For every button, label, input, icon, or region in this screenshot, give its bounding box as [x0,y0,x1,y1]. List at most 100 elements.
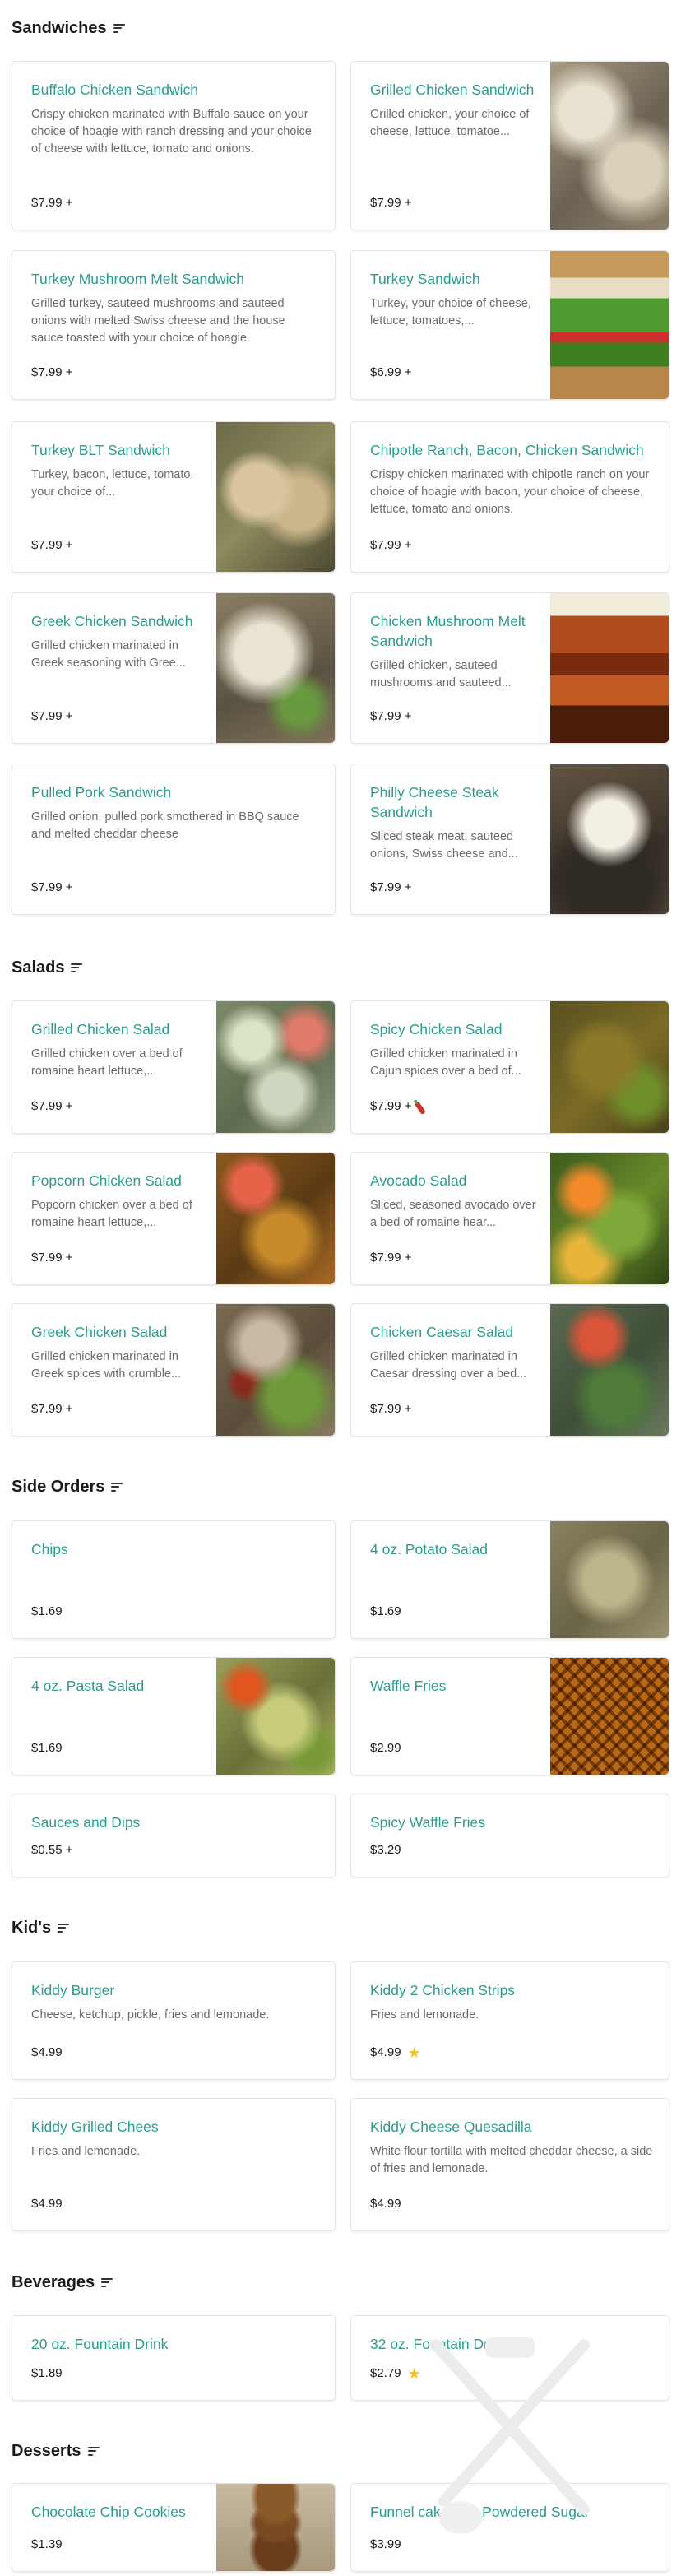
spicy-pepper-icon [415,1101,427,1116]
item-name: Waffle Fries [370,1678,447,1694]
menu-item-card[interactable]: Grilled Chicken Salad Grilled chicken ov… [12,1000,336,1134]
item-price: $3.99 [370,2537,401,2553]
item-photo [550,764,669,914]
item-name: Turkey BLT Sandwich [31,442,170,458]
price-text: $7.99 + [31,1251,73,1265]
item-price: $4.99 [370,2196,401,2212]
item-price: $1.69 [370,1604,401,1620]
menu-item-card[interactable]: Philly Cheese Steak Sandwich Sliced stea… [350,764,669,915]
menu-item-card[interactable]: 20 oz. Fountain Drink $1.89 [12,2315,336,2401]
menu-item-card[interactable]: Kiddy 2 Chicken Strips Fries and lemonad… [350,1961,669,2080]
item-name: Pulled Pork Sandwich [31,784,172,801]
menu-item-card[interactable]: Spicy Waffle Fries $3.29 [350,1794,669,1877]
price-text: $1.69 [370,1604,401,1618]
menu-item-card[interactable]: Grilled Chicken Sandwich Grilled chicken… [350,61,669,230]
item-name: 20 oz. Fountain Drink [31,2336,169,2352]
item-name: Chicken Mushroom Melt Sandwich [370,613,526,649]
item-description: Grilled chicken marinated in Caesar dres… [370,1350,527,1381]
item-photo [550,62,669,230]
section-title-text: Side Orders [12,1477,105,1496]
filter-icon[interactable] [71,963,83,972]
price-text: $7.99 + [31,365,73,379]
item-photo [550,1658,669,1775]
section-title-side-orders: Side Orders [12,1477,123,1497]
price-text: $7.99 + [370,1251,412,1265]
menu-item-card[interactable]: 4 oz. Pasta Salad $1.69 [12,1657,336,1775]
menu-item-card[interactable]: Buffalo Chicken Sandwich Crispy chicken … [12,61,336,230]
item-price: $7.99 + [370,708,411,725]
item-description: Crispy chicken marinated with Buffalo sa… [31,108,312,155]
menu-item-card[interactable]: 4 oz. Potato Salad $1.69 [350,1520,669,1639]
item-price: $2.99 [370,1740,401,1757]
item-price: $7.99 + [370,1401,411,1418]
menu-item-card[interactable]: Chocolate Chip Cookies $1.39 [12,2483,336,2572]
item-price: $3.29 [370,1842,401,1859]
item-price: $4.99 [31,2045,63,2061]
menu-item-card[interactable]: Kiddy Burger Cheese, ketchup, pickle, fr… [12,1961,336,2080]
menu-item-card[interactable]: Turkey Mushroom Melt Sandwich Grilled tu… [12,250,336,400]
item-photo [550,251,669,399]
price-text: $6.99 + [370,365,412,379]
item-price: $2.79 ★ [370,2365,421,2382]
item-price: $1.39 [31,2537,63,2553]
menu-item-card[interactable]: Popcorn Chicken Salad Popcorn chicken ov… [12,1152,336,1285]
menu-item-card[interactable]: Kiddy Cheese Quesadilla White flour tort… [350,2098,669,2231]
menu-item-card[interactable]: 32 oz. Fountain Drink $2.79 ★ [350,2315,669,2401]
section-title-salads: Salads [12,958,83,977]
menu-item-card[interactable]: Greek Chicken Sandwich Grilled chicken m… [12,592,336,744]
menu-item-card[interactable]: Chicken Caesar Salad Grilled chicken mar… [350,1303,669,1437]
item-name: Grilled Chicken Salad [31,1021,170,1037]
section-title-beverages: Beverages [12,2272,114,2292]
item-description: Grilled chicken marinated in Cajun spice… [370,1047,521,1078]
item-description: Cheese, ketchup, pickle, fries and lemon… [31,2008,270,2021]
item-price: $1.69 [31,1740,63,1757]
item-photo [216,2484,335,2571]
menu-item-card[interactable]: Pulled Pork Sandwich Grilled onion, pull… [12,764,336,915]
item-price: $7.99 + [31,1401,72,1418]
item-photo [550,1001,669,1133]
item-price: $7.99 + [31,1250,72,1266]
item-name: Chicken Caesar Salad [370,1324,514,1340]
menu-item-card[interactable]: Turkey Sandwich Turkey, your choice of c… [350,250,669,400]
menu-item-card[interactable]: Chips $1.69 [12,1520,336,1639]
menu-item-card[interactable]: Kiddy Grilled Chees Fries and lemonade. … [12,2098,336,2231]
item-name: Grilled Chicken Sandwich [370,81,535,98]
menu-item-card[interactable]: Chicken Mushroom Melt Sandwich Grilled c… [350,592,669,744]
menu-item-card[interactable]: Waffle Fries $2.99 [350,1657,669,1775]
menu-item-card[interactable]: Chipotle Ranch, Bacon, Chicken Sandwich … [350,421,669,573]
filter-icon[interactable] [101,2277,114,2287]
filter-icon[interactable] [58,1923,70,1933]
menu-item-card[interactable]: Sauces and Dips $0.55 + [12,1794,336,1877]
item-description: Grilled chicken, your choice of cheese, … [370,108,530,138]
item-price: $0.55 + [31,1842,72,1859]
item-name: Turkey Sandwich [370,271,480,287]
section-title-text: Salads [12,958,65,977]
item-name: Funnel cake with Powdered Sugar [370,2504,590,2520]
price-text: $7.99 + [370,709,412,723]
item-photo [550,1153,669,1284]
item-description: Popcorn chicken over a bed of romaine he… [31,1199,192,1229]
price-text: $2.79 [370,2366,401,2380]
section-title-text: Desserts [12,2441,81,2460]
filter-icon[interactable] [111,1482,123,1492]
item-name: Avocado Salad [370,1172,467,1189]
item-photo [216,593,335,743]
item-description: Fries and lemonade. [31,2145,141,2158]
item-price: $7.99 + [370,880,411,896]
filter-icon[interactable] [113,23,125,33]
price-text: $7.99 + [31,1099,73,1113]
menu-item-card[interactable]: Spicy Chicken Salad Grilled chicken mari… [350,1000,669,1134]
item-price: $7.99 + [31,880,72,896]
menu-item-card[interactable]: Funnel cake with Powdered Sugar $3.99 [350,2483,669,2572]
filter-icon[interactable] [87,2446,100,2456]
menu-item-card[interactable]: Avocado Salad Sliced, seasoned avocado o… [350,1152,669,1285]
price-text: $1.89 [31,2366,63,2380]
item-description: Sliced, seasoned avocado over a bed of r… [370,1199,536,1229]
item-name: Chipotle Ranch, Bacon, Chicken Sandwich [370,442,644,458]
price-text: $1.69 [31,1604,63,1618]
menu-item-card[interactable]: Turkey BLT Sandwich Turkey, bacon, lettu… [12,421,336,573]
menu-item-card[interactable]: Greek Chicken Salad Grilled chicken mari… [12,1303,336,1437]
item-price: $7.99 + [31,195,72,211]
price-text: $7.99 + [370,538,412,552]
item-description: Turkey, your choice of cheese, lettuce, … [370,297,531,327]
